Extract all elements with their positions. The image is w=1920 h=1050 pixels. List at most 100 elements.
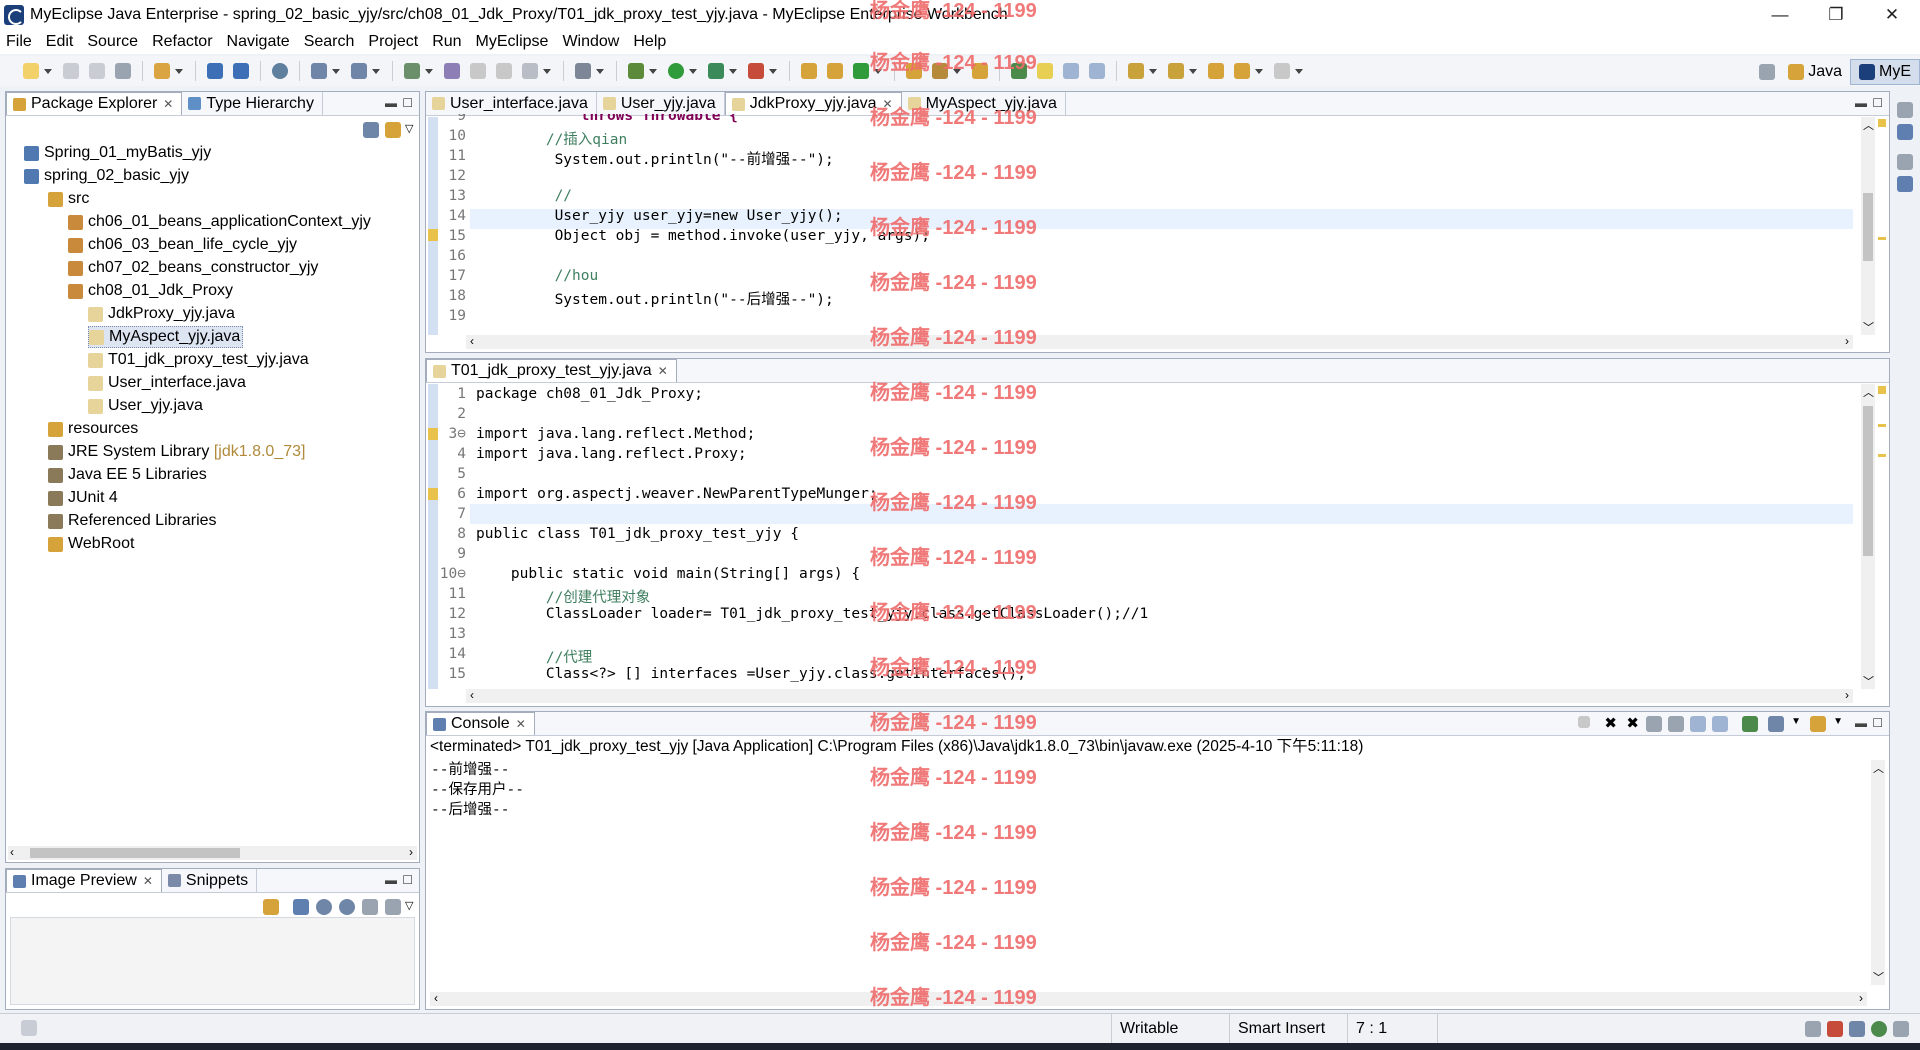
close-icon[interactable]: ✕: [516, 717, 526, 731]
tree-item[interactable]: User_interface.java: [88, 372, 246, 394]
tree-item[interactable]: ch07_02_beans_constructor_yjy: [68, 257, 318, 279]
display-console-dropdown-icon[interactable]: ▼: [1791, 716, 1801, 727]
back-dropdown-icon[interactable]: [1255, 68, 1263, 74]
outline-icon[interactable]: [1897, 124, 1913, 140]
terminal-dropdown-icon[interactable]: [596, 68, 604, 74]
sync-preview-icon[interactable]: [263, 899, 279, 915]
display-console-icon[interactable]: [1768, 716, 1784, 732]
coverage-dropdown-icon[interactable]: [729, 68, 737, 74]
run-icon[interactable]: [668, 63, 684, 79]
tree-item[interactable]: JUnit 4: [48, 487, 118, 509]
scroll-down-icon[interactable]: ﹀: [1863, 673, 1874, 689]
new-java-project-icon[interactable]: [801, 63, 817, 79]
scroll-down-icon[interactable]: ﹀: [1863, 319, 1874, 335]
minimize-view-icon[interactable]: ▬: [1855, 716, 1867, 730]
tree-item[interactable]: ch06_03_bean_life_cycle_yjy: [68, 234, 297, 256]
pin-console-icon[interactable]: [1742, 716, 1758, 732]
tree-item[interactable]: Java EE 5 Libraries: [48, 464, 207, 486]
scrollbar-thumb[interactable]: [1863, 193, 1873, 261]
last-edit-icon[interactable]: [1208, 63, 1224, 79]
vertical-scrollbar[interactable]: ︿ ﹀: [1861, 117, 1875, 335]
horizontal-scrollbar[interactable]: ‹ ›: [466, 334, 1853, 349]
restore-button[interactable]: ❐: [1808, 0, 1864, 30]
next-annotation-icon[interactable]: [1128, 63, 1144, 79]
debug-dropdown-icon[interactable]: [649, 68, 657, 74]
close-button[interactable]: ✕: [1864, 0, 1920, 30]
warning-summary-icon[interactable]: [1878, 386, 1886, 394]
scroll-right-icon[interactable]: ›: [1845, 688, 1849, 702]
scrollbar-thumb[interactable]: [30, 848, 240, 858]
menu-file[interactable]: File: [6, 33, 32, 51]
prev-annotation-icon[interactable]: [1168, 63, 1184, 79]
close-icon[interactable]: ✕: [163, 97, 173, 111]
horizontal-scrollbar[interactable]: ‹ ›: [430, 991, 1867, 1006]
edit-icon[interactable]: [932, 63, 948, 79]
scroll-left-icon[interactable]: ‹: [10, 845, 14, 859]
minimize-button[interactable]: —: [1752, 0, 1808, 30]
run-dropdown-icon[interactable]: [689, 68, 697, 74]
tree-item[interactable]: src: [48, 188, 89, 210]
terminate-icon[interactable]: [1578, 716, 1590, 728]
tab-user-interface[interactable]: User_interface.java: [426, 92, 597, 115]
tree-item[interactable]: resources: [48, 418, 138, 440]
perspective-java[interactable]: Java: [1780, 59, 1850, 85]
zoom-out-icon[interactable]: [316, 899, 332, 915]
annotation-marker[interactable]: [1878, 454, 1886, 457]
minimize-view-icon[interactable]: ▬: [385, 873, 397, 887]
browser-icon[interactable]: [272, 63, 288, 79]
save-icon[interactable]: [63, 63, 79, 79]
fast-view-icon[interactable]: [21, 1020, 37, 1036]
external-run-dropdown-icon[interactable]: [769, 68, 777, 74]
tab-type-hierarchy[interactable]: Type Hierarchy: [182, 92, 323, 115]
annotation-icon[interactable]: [1011, 63, 1027, 79]
scroll-up-icon[interactable]: ︿: [1863, 384, 1874, 400]
forward-dropdown-icon[interactable]: [1295, 68, 1303, 74]
actual-size-icon[interactable]: [362, 899, 378, 915]
scrollbar-thumb[interactable]: [1863, 406, 1873, 556]
annotation-marker[interactable]: [1878, 424, 1886, 427]
scroll-left-icon[interactable]: ‹: [470, 688, 474, 702]
collapse-all-icon[interactable]: [363, 122, 379, 138]
new-class-dropdown-icon[interactable]: [874, 68, 882, 74]
edit-dropdown-icon[interactable]: [953, 68, 961, 74]
horizontal-scrollbar[interactable]: ‹ ›: [8, 845, 417, 860]
maximize-view-icon[interactable]: ☐: [402, 96, 413, 110]
external-run-icon[interactable]: [748, 63, 764, 79]
maximize-view-icon[interactable]: ☐: [1872, 96, 1883, 110]
tab-package-explorer[interactable]: Package Explorer ✕: [6, 92, 183, 115]
scroll-right-icon[interactable]: ›: [409, 845, 413, 859]
external-tools-dropdown-icon[interactable]: [543, 68, 551, 74]
block-selection-icon[interactable]: [1063, 63, 1079, 79]
task-list-icon[interactable]: [1897, 176, 1913, 192]
new-project-dropdown-icon[interactable]: [175, 68, 183, 74]
scroll-up-icon[interactable]: ︿: [1873, 760, 1884, 776]
tab-user-yjy[interactable]: User_yjy.java: [597, 92, 725, 115]
scroll-right-icon[interactable]: ›: [1845, 334, 1849, 348]
top-code-area[interactable]: 9 10 11 12 13 14 15 16 17 18 19 throws T…: [434, 114, 1854, 334]
tree-item[interactable]: User_yjy.java: [88, 395, 203, 417]
scroll-right-icon[interactable]: ›: [1859, 991, 1863, 1005]
view-menu-icon[interactable]: ▽: [405, 122, 413, 135]
open-console-icon[interactable]: [1810, 716, 1826, 732]
tree-item[interactable]: JRE System Library [jdk1.8.0_73]: [48, 441, 305, 463]
tree-item[interactable]: Referenced Libraries: [48, 510, 217, 532]
show-on-stdout-icon[interactable]: [1690, 716, 1706, 732]
terminal-icon[interactable]: [575, 63, 591, 79]
menu-source[interactable]: Source: [87, 33, 138, 51]
tree-item[interactable]: ch08_01_Jdk_Proxy: [68, 280, 233, 302]
menu-project[interactable]: Project: [368, 33, 418, 51]
tree-item[interactable]: WebRoot: [48, 533, 134, 555]
menu-myeclipse[interactable]: MyEclipse: [476, 33, 549, 51]
deploy-icon[interactable]: [207, 63, 223, 79]
menu-navigate[interactable]: Navigate: [227, 33, 290, 51]
tab-jdkproxy-yjy[interactable]: JdkProxy_yjy.java ✕: [724, 92, 902, 115]
close-icon[interactable]: ✕: [883, 97, 893, 111]
tray-icon[interactable]: [1805, 1021, 1821, 1037]
print-icon[interactable]: [115, 63, 131, 79]
prev-annotation-dropdown-icon[interactable]: [1189, 68, 1197, 74]
open-type-icon[interactable]: [311, 63, 327, 79]
clear-console-icon[interactable]: [1646, 716, 1662, 732]
open-resource-icon[interactable]: [972, 63, 988, 79]
maximize-view-icon[interactable]: ☐: [402, 873, 413, 887]
warning-summary-icon[interactable]: [1878, 119, 1886, 127]
